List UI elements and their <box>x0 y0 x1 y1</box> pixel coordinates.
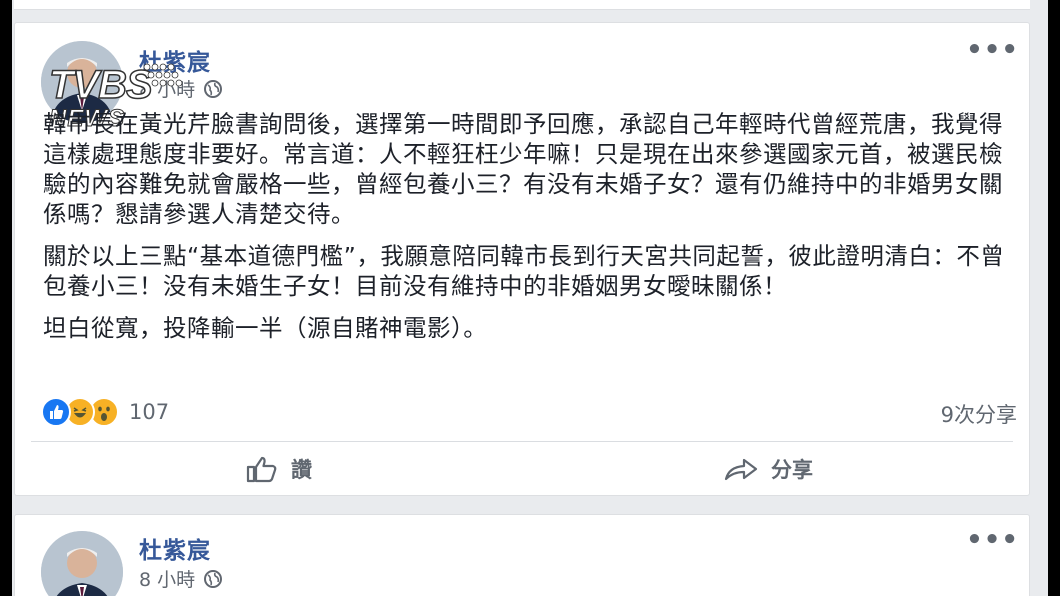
like-button[interactable]: 讚 <box>245 451 312 487</box>
right-black-bar <box>1048 0 1060 596</box>
reactions-summary[interactable]: 107 <box>41 397 169 427</box>
avatar[interactable] <box>41 531 123 596</box>
share-button[interactable]: 分享 <box>723 451 813 487</box>
post-paragraph: 關於以上三點“基本道德門檻”，我願意陪同韓市長到行天宮共同起誓，彼此證明清白：不… <box>43 242 1005 300</box>
divider <box>31 441 1013 442</box>
share-count[interactable]: 9次分享 <box>941 399 1017 429</box>
thumbs-up-icon <box>246 456 277 483</box>
post-paragraph: 韓市長在黃光芹臉書詢問後，選擇第一時間即予回應，承認自己年輕時代曾經荒唐，我覺得… <box>43 110 1003 228</box>
like-icon <box>41 397 71 427</box>
post-card: 杜紫宸 8 小時 ••• TVBS NEWS 韓市長在黃光芹臉書詢問後，選擇第一… <box>14 22 1030 496</box>
post-time[interactable]: 8 小時 <box>139 565 195 592</box>
globe-icon <box>204 79 223 98</box>
next-post-card: 杜紫宸 8 小時 ••• <box>14 514 1030 596</box>
left-black-bar <box>0 0 12 596</box>
globe-icon <box>204 569 223 588</box>
post-paragraph: 坦白從寬，投降輸一半（源自賭神電影）。 <box>43 314 488 342</box>
like-label: 讚 <box>291 458 312 482</box>
previous-card-edge <box>14 0 1030 10</box>
logo-dots-icon <box>143 63 183 87</box>
reaction-count: 107 <box>129 400 170 424</box>
post-text: 韓市長在黃光芹臉書詢問後，選擇第一時間即予回應，承認自己年輕時代曾經荒唐，我覺得… <box>43 109 1018 355</box>
more-options-icon[interactable]: ••• <box>966 525 1019 555</box>
post-author[interactable]: 杜紫宸 <box>139 531 211 565</box>
logo-brand: TVBS <box>48 62 153 108</box>
share-label: 分享 <box>771 458 813 482</box>
share-arrow-icon <box>724 458 758 481</box>
post-meta: 8 小時 <box>139 565 223 592</box>
more-options-icon[interactable]: ••• <box>966 35 1019 65</box>
